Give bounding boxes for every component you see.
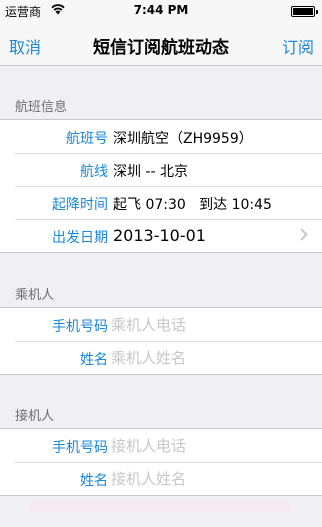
passenger-name-input[interactable] xyxy=(111,346,306,370)
departure-date-label: 出发日期 xyxy=(52,230,108,246)
departure-date-value: 2013-10-01 xyxy=(113,226,206,245)
flight-number-row: 航班号 深圳航空（ZH9959） xyxy=(0,120,322,153)
schedule-value: 起飞 07:30 到达 10:45 xyxy=(113,197,272,213)
pickup-name-label: 姓名 xyxy=(80,473,108,489)
navigation-bar: 取消 短信订阅航班动态 订阅 xyxy=(0,22,322,66)
status-bar: 运营商 7:44 PM xyxy=(0,0,322,22)
passenger-phone-row: 手机号码 xyxy=(0,308,322,341)
pickup-name-row: 姓名 xyxy=(0,462,322,495)
battery-icon xyxy=(291,6,318,17)
pickup-name-input[interactable] xyxy=(111,467,306,491)
flight-number-label: 航班号 xyxy=(66,131,108,147)
departure-date-row[interactable]: 出发日期 2013-10-01 xyxy=(0,219,322,252)
schedule-row: 起降时间 起飞 07:30 到达 10:45 xyxy=(0,186,322,219)
pickup-group: 手机号码 姓名 xyxy=(0,428,322,496)
section-title: 航班信息 xyxy=(15,100,68,115)
route-row: 航线 深圳 -- 北京 xyxy=(0,153,322,186)
chevron-right-icon xyxy=(300,228,308,241)
route-label: 航线 xyxy=(80,164,108,180)
schedule-label: 起降时间 xyxy=(52,197,108,213)
page-title: 短信订阅航班动态 xyxy=(93,38,229,58)
pickup-phone-row: 手机号码 xyxy=(0,429,322,462)
passenger-name-label: 姓名 xyxy=(80,352,108,368)
passenger-phone-input[interactable] xyxy=(111,313,306,337)
screen: 运营商 7:44 PM 取消 短信订阅航班动态 订阅 航班信息 航班号 深圳航空… xyxy=(0,0,322,527)
flight-info-group: 航班号 深圳航空（ZH9959） 航线 深圳 -- 北京 起降时间 起飞 07:… xyxy=(0,119,322,253)
status-time: 7:44 PM xyxy=(133,3,189,17)
passenger-phone-label: 手机号码 xyxy=(52,319,108,335)
pickup-phone-input[interactable] xyxy=(111,434,306,458)
passenger-name-row: 姓名 xyxy=(0,341,322,374)
flight-number-value: 深圳航空（ZH9959） xyxy=(113,131,253,147)
passenger-group: 手机号码 姓名 xyxy=(0,307,322,375)
route-value: 深圳 -- 北京 xyxy=(113,164,189,180)
section-title: 乘机人 xyxy=(15,288,55,303)
subscribe-button[interactable]: 订阅 xyxy=(282,34,314,58)
section-title: 接机人 xyxy=(15,409,55,424)
faded-content-edge xyxy=(30,500,290,512)
pickup-phone-label: 手机号码 xyxy=(52,440,108,456)
